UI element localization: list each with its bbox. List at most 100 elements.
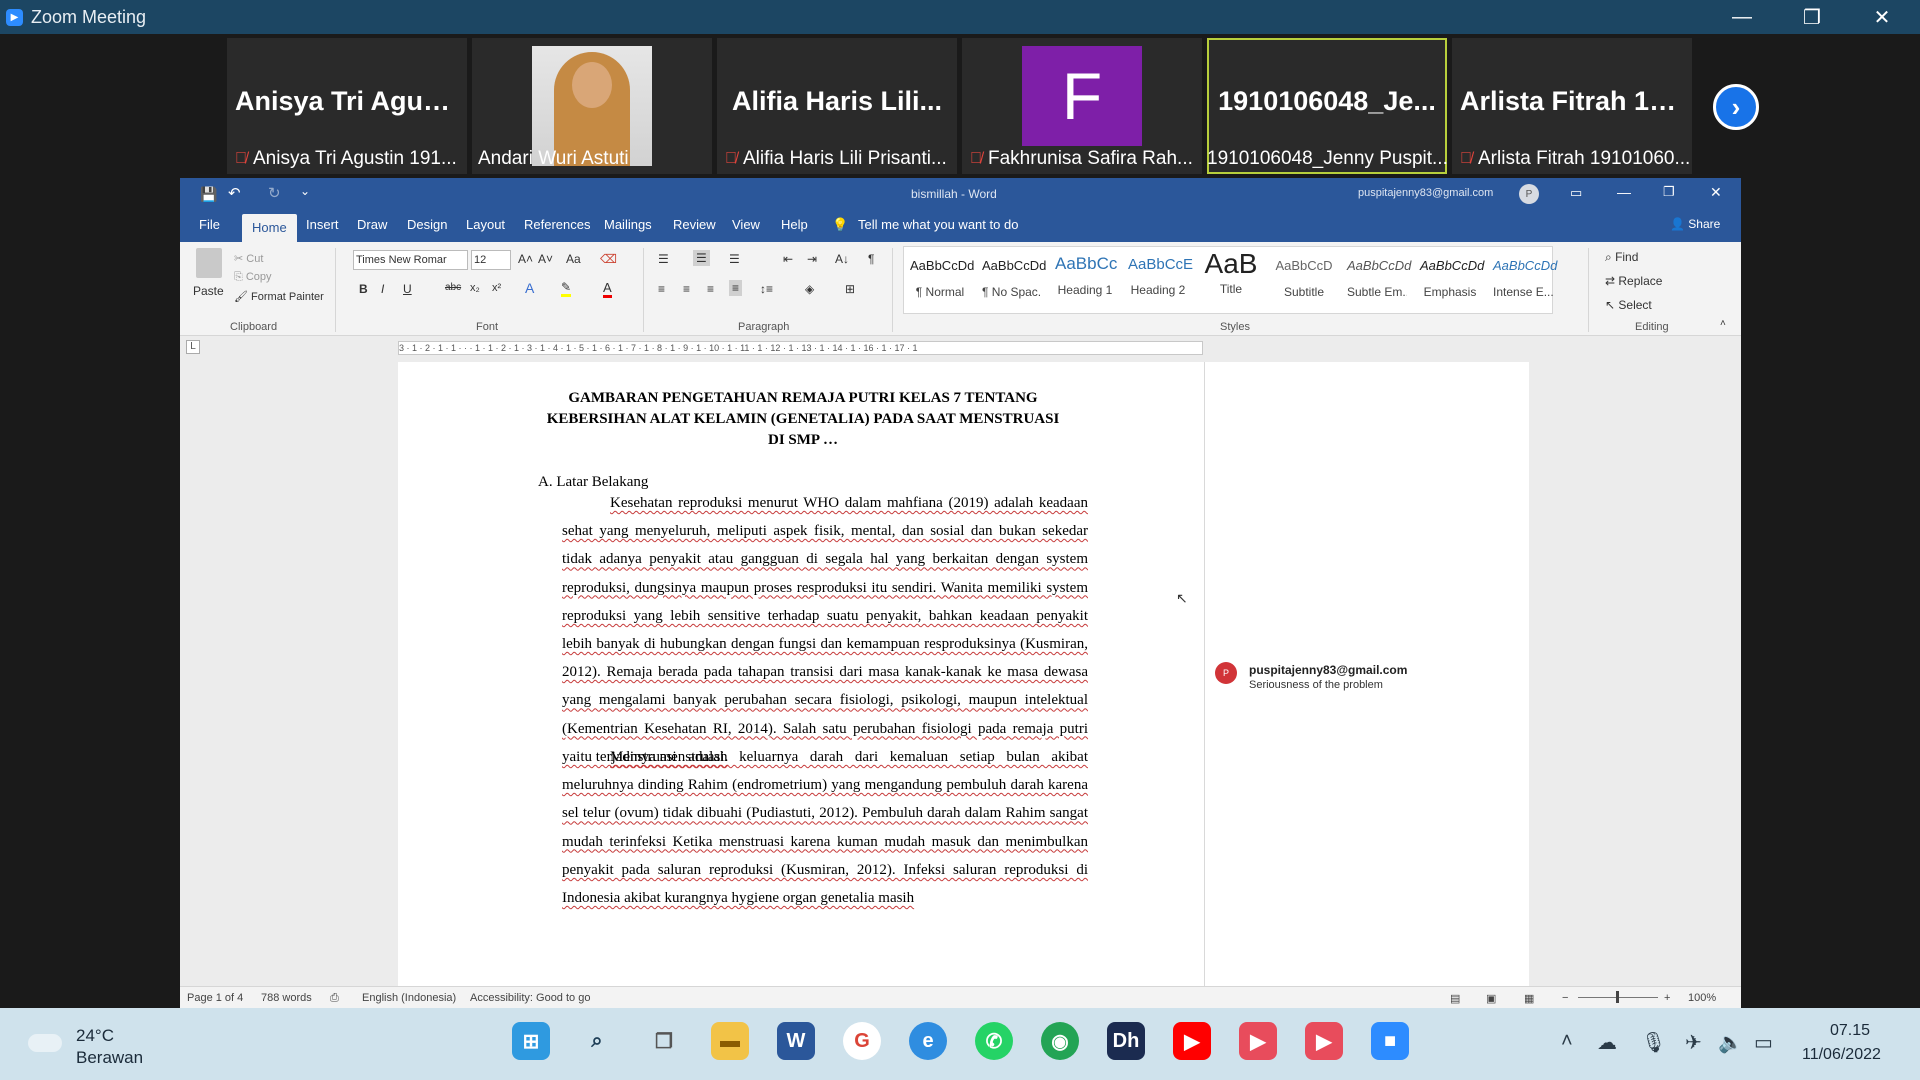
style-title[interactable]: AaB Title (1201, 248, 1261, 314)
superscript-icon[interactable]: x² (492, 282, 501, 294)
read-mode-icon[interactable]: ▤ (1450, 992, 1460, 1005)
onedrive-icon[interactable]: ☁ (1597, 1030, 1617, 1055)
text-effects-icon[interactable]: A (525, 280, 534, 296)
customize-qat-icon[interactable]: ⌄ (300, 184, 310, 198)
multilevel-list-icon[interactable]: ☰ (729, 252, 740, 266)
participant-tile[interactable]: Alifia Haris Lili... 🎙̸ Alifia Haris Lili… (717, 38, 957, 174)
show-hidden-icons[interactable]: ˄ (1561, 1030, 1573, 1053)
tab-references[interactable]: References (524, 217, 590, 232)
sort-icon[interactable]: A↓ (835, 252, 849, 266)
style-heading-1[interactable]: AaBbCc Heading 1 (1055, 250, 1117, 314)
next-page-arrow-icon[interactable]: › (1713, 84, 1759, 130)
tab-insert[interactable]: Insert (306, 217, 339, 232)
word-restore-button[interactable]: ❐ (1663, 184, 1675, 200)
style-subtle-emphasis[interactable]: AaBbCcDd Subtle Em... (1347, 250, 1411, 314)
paste-icon[interactable] (196, 248, 222, 278)
language[interactable]: English (Indonesia) (362, 992, 456, 1004)
whatsapp-icon[interactable]: ✆ (975, 1022, 1013, 1060)
edge-icon[interactable]: e (909, 1022, 947, 1060)
file-explorer-icon[interactable]: ▬ (711, 1022, 749, 1060)
zoom-level[interactable]: 100% (1688, 992, 1716, 1004)
align-left-icon[interactable]: ≡ (658, 282, 665, 296)
style-intense-emphasis[interactable]: AaBbCcDd Intense E... (1493, 250, 1557, 314)
participant-tile[interactable]: F 🎙̸ Fakhrunisa Safira Rah... (962, 38, 1202, 174)
app-icon[interactable]: ◉ (1041, 1022, 1079, 1060)
undo-icon[interactable]: ↶ (228, 184, 241, 202)
tab-mailings[interactable]: Mailings (604, 217, 652, 232)
align-center-icon[interactable]: ≡ (683, 282, 690, 296)
cut-button[interactable]: ✂ Cut (234, 252, 263, 265)
chrome-icon[interactable]: G (843, 1022, 881, 1060)
proofing-icon[interactable]: ⎙ (330, 992, 339, 1005)
page-count[interactable]: Page 1 of 4 (187, 992, 243, 1004)
restore-button[interactable]: ❐ (1782, 0, 1842, 34)
airplane-mode-icon[interactable]: ✈ (1685, 1030, 1702, 1055)
video-app-icon[interactable]: ▶ (1239, 1022, 1277, 1060)
tab-layout[interactable]: Layout (466, 217, 505, 232)
tab-review[interactable]: Review (673, 217, 716, 232)
select-button[interactable]: ↖ Select (1605, 298, 1652, 312)
start-icon[interactable]: ⊞ (512, 1022, 550, 1060)
increase-indent-icon[interactable]: ⇥ (807, 252, 817, 266)
borders-icon[interactable]: ⊞ (845, 282, 855, 296)
zoom-app-taskbar-icon[interactable]: ■ (1371, 1022, 1409, 1060)
zoom-slider-thumb[interactable] (1616, 991, 1619, 1003)
subscript-icon[interactable]: x₂ (470, 282, 480, 294)
app-icon[interactable]: Dh (1107, 1022, 1145, 1060)
font-name-select[interactable]: Times New Romar (353, 250, 468, 270)
shrink-font-icon[interactable]: A˅ (538, 252, 553, 266)
web-layout-icon[interactable]: ▦ (1524, 992, 1534, 1005)
style-normal[interactable]: AaBbCcDd ¶ Normal (910, 250, 974, 314)
word-count[interactable]: 788 words (261, 992, 312, 1004)
find-button[interactable]: ⌕ Find (1605, 250, 1638, 265)
redo-icon[interactable]: ↻ (268, 184, 281, 202)
tab-view[interactable]: View (732, 217, 760, 232)
ribbon-display-options-icon[interactable]: ▭ (1570, 185, 1582, 201)
participant-tile[interactable]: Andari Wuri Astuti (472, 38, 712, 174)
numbering-icon[interactable]: ☰ (693, 250, 710, 266)
zoom-in-icon[interactable]: + (1664, 992, 1670, 1004)
underline-icon[interactable]: U (403, 282, 412, 296)
format-painter-button[interactable]: 🖌 Format Painter (234, 290, 324, 303)
strikethrough-icon[interactable]: abc (445, 282, 461, 293)
tab-home[interactable]: Home (242, 214, 297, 243)
zoom-out-icon[interactable]: − (1562, 992, 1568, 1004)
video-app-icon[interactable]: ▶ (1305, 1022, 1343, 1060)
bold-icon[interactable]: B (359, 282, 368, 296)
justify-icon[interactable]: ≡ (729, 280, 743, 296)
share-button[interactable]: 👤 Share (1670, 217, 1720, 231)
horizontal-ruler[interactable]: 3 · 1 · 2 · 1 · 1 · · · 1 · 1 · 2 · 1 · … (398, 341, 1203, 355)
tab-help[interactable]: Help (781, 217, 808, 232)
participant-tile-active-speaker[interactable]: 1910106048_Je... 1910106048_Jenny Puspit… (1207, 38, 1447, 174)
document-body[interactable]: GAMBARAN PENGETAHUAN REMAJA PUTRI KELAS … (398, 362, 1208, 986)
style-heading-2[interactable]: AaBbCcE Heading 2 (1128, 250, 1193, 314)
font-color-icon[interactable]: A (603, 280, 612, 298)
grow-font-icon[interactable]: A˄ (518, 252, 533, 266)
clock-time[interactable]: 07.15 (1830, 1022, 1870, 1040)
search-icon[interactable]: ⌕ (578, 1022, 616, 1060)
clear-formatting-icon[interactable]: ⌫ (600, 252, 617, 266)
collapse-ribbon-icon[interactable]: ˄ (1720, 318, 1726, 329)
show-formatting-icon[interactable]: ¶ (868, 252, 874, 266)
change-case-icon[interactable]: Aa (566, 252, 581, 266)
task-view-icon[interactable]: ❐ (645, 1022, 683, 1060)
close-button[interactable]: ✕ (1852, 0, 1912, 34)
battery-icon[interactable]: ▭ (1754, 1030, 1773, 1055)
replace-button[interactable]: ⇄ Replace (1605, 274, 1662, 288)
align-right-icon[interactable]: ≡ (707, 282, 714, 296)
shading-icon[interactable]: ◈ (805, 282, 814, 296)
highlight-icon[interactable]: ✎ (561, 280, 572, 297)
paste-button[interactable]: Paste (193, 284, 224, 298)
tab-file[interactable]: File (199, 217, 220, 232)
decrease-indent-icon[interactable]: ⇤ (783, 252, 793, 266)
copy-button[interactable]: ⎘ Copy (234, 271, 272, 284)
tab-design[interactable]: Design (407, 217, 447, 232)
style-emphasis[interactable]: AaBbCcDd Emphasis (1420, 250, 1484, 314)
italic-icon[interactable]: I (381, 282, 384, 296)
save-icon[interactable]: 💾 (200, 186, 217, 203)
microphone-icon[interactable]: 🎙 (1641, 1030, 1666, 1055)
document-page[interactable]: GAMBARAN PENGETAHUAN REMAJA PUTRI KELAS … (398, 362, 1529, 986)
tab-selector-icon[interactable]: L (186, 340, 200, 354)
style-no-spacing[interactable]: AaBbCcDd ¶ No Spac... (982, 250, 1046, 314)
minimize-button[interactable]: — (1712, 0, 1772, 34)
